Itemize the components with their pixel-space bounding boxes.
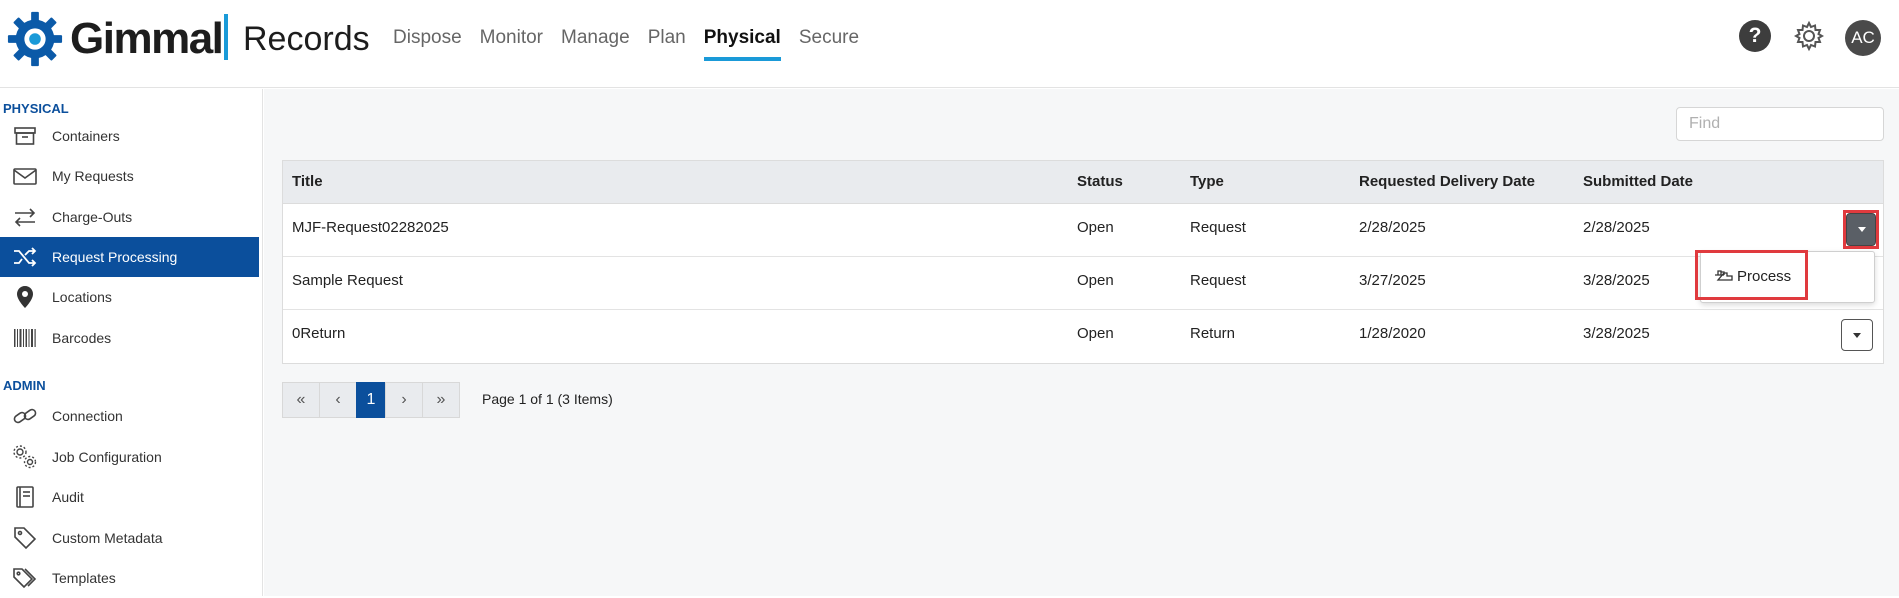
cell-type: Return [1190, 325, 1236, 342]
sidebar-item-connection[interactable]: Connection [0, 396, 259, 436]
cell-title: MJF-Request02282025 [292, 219, 449, 236]
pager-info: Page 1 of 1 (3 Items) [482, 391, 613, 407]
cell-type: Request [1190, 219, 1246, 236]
sidebar-item-containers[interactable]: Containers [0, 116, 259, 156]
cell-status: Open [1077, 272, 1114, 289]
pager-last-button[interactable]: » [422, 382, 460, 418]
cell-requested-date: 1/28/2020 [1359, 325, 1426, 342]
sidebar-item-label: Request Processing [52, 249, 178, 265]
cell-status: Open [1077, 325, 1114, 342]
help-icon[interactable]: ? [1739, 20, 1771, 52]
brand-divider [224, 14, 228, 60]
tags-icon [13, 568, 37, 589]
caret-down-icon [1858, 227, 1866, 232]
swap-arrows-icon [14, 208, 36, 227]
find-input[interactable] [1676, 107, 1884, 141]
cell-submitted-date: 3/28/2025 [1583, 325, 1650, 342]
user-avatar[interactable]: AC [1845, 20, 1881, 56]
nav-plan[interactable]: Plan [648, 24, 686, 64]
gimmal-gear-logo-icon [7, 11, 63, 67]
cell-requested-date: 3/27/2025 [1359, 272, 1426, 289]
app-header: Gimmal Records Dispose Monitor Manage Pl… [0, 0, 1899, 88]
cell-submitted-date: 3/28/2025 [1583, 272, 1650, 289]
cell-type: Request [1190, 272, 1246, 289]
cell-title: Sample Request [292, 272, 403, 289]
highlight-box [1695, 250, 1808, 300]
table-row[interactable]: 0Return Open Return 1/28/2020 3/28/2025 [283, 310, 1883, 363]
sidebar-item-label: Connection [52, 408, 123, 424]
sidebar-item-request-processing[interactable]: Request Processing [0, 237, 259, 277]
caret-down-icon [1853, 333, 1861, 338]
cell-title: 0Return [292, 325, 346, 342]
tag-icon [14, 527, 37, 550]
sidebar-item-label: Containers [52, 128, 120, 144]
row-actions-dropdown-button-open[interactable] [1846, 213, 1876, 246]
section-label-admin: ADMIN [3, 378, 46, 393]
sidebar-item-label: Templates [52, 570, 116, 586]
pager-page-button[interactable]: 1 [356, 382, 386, 418]
pager-prev-button[interactable]: ‹ [319, 382, 357, 418]
sidebar: PHYSICAL Containers My Requests Charge-O… [0, 89, 263, 596]
sidebar-item-label: Charge-Outs [52, 209, 133, 225]
barcode-icon [14, 329, 36, 347]
sidebar-item-label: Audit [52, 489, 84, 505]
column-header-status[interactable]: Status [1077, 173, 1123, 190]
column-header-requested-delivery-date[interactable]: Requested Delivery Date [1359, 173, 1535, 190]
sidebar-item-my-requests[interactable]: My Requests [0, 156, 259, 196]
pager-next-button[interactable]: › [385, 382, 423, 418]
sidebar-item-label: My Requests [52, 168, 134, 184]
section-label-physical: PHYSICAL [3, 101, 69, 116]
requests-table: Title Status Type Requested Delivery Dat… [282, 160, 1884, 364]
sidebar-item-audit[interactable]: Audit [0, 477, 259, 517]
nav-secure[interactable]: Secure [799, 24, 859, 64]
sidebar-item-custom-metadata[interactable]: Custom Metadata [0, 518, 259, 558]
shuffle-icon [14, 247, 37, 267]
sidebar-item-label: Locations [52, 289, 112, 305]
top-nav: Dispose Monitor Manage Plan Physical Sec… [393, 24, 877, 64]
sidebar-item-job-configuration[interactable]: Job Configuration [0, 437, 259, 477]
sidebar-item-locations[interactable]: Locations [0, 277, 259, 317]
column-header-title[interactable]: Title [292, 173, 323, 190]
sidebar-item-label: Job Configuration [52, 449, 162, 465]
row-actions-dropdown-button[interactable] [1841, 319, 1873, 351]
brand-name: Gimmal [70, 14, 224, 63]
sidebar-item-charge-outs[interactable]: Charge-Outs [0, 197, 259, 237]
sidebar-item-templates[interactable]: Templates [0, 558, 259, 598]
table-row[interactable]: MJF-Request02282025 Open Request 2/28/20… [283, 204, 1883, 257]
pager-first-button[interactable]: « [282, 382, 320, 418]
book-icon [16, 486, 34, 508]
nav-monitor[interactable]: Monitor [480, 24, 543, 64]
nav-dispose[interactable]: Dispose [393, 24, 462, 64]
pagination: « ‹ 1 › » [282, 382, 460, 418]
archive-box-icon [14, 127, 36, 145]
nav-physical[interactable]: Physical [703, 24, 781, 64]
column-header-submitted-date[interactable]: Submitted Date [1583, 173, 1693, 190]
table-header: Title Status Type Requested Delivery Dat… [283, 161, 1883, 204]
cell-submitted-date: 2/28/2025 [1583, 219, 1650, 236]
nav-manage[interactable]: Manage [561, 24, 630, 64]
settings-gear-icon[interactable] [1793, 20, 1825, 52]
sidebar-item-barcodes[interactable]: Barcodes [0, 318, 259, 358]
table-row[interactable]: Sample Request Open Request 3/27/2025 3/… [283, 257, 1883, 310]
product-name: Records [243, 20, 370, 58]
column-header-type[interactable]: Type [1190, 173, 1224, 190]
sidebar-item-label: Barcodes [52, 330, 112, 346]
gears-icon [13, 445, 37, 469]
cell-requested-date: 2/28/2025 [1359, 219, 1426, 236]
link-icon [13, 408, 37, 424]
cell-status: Open [1077, 219, 1114, 236]
map-pin-icon [17, 286, 33, 308]
sidebar-item-label: Custom Metadata [52, 530, 163, 546]
envelope-icon [13, 168, 37, 185]
